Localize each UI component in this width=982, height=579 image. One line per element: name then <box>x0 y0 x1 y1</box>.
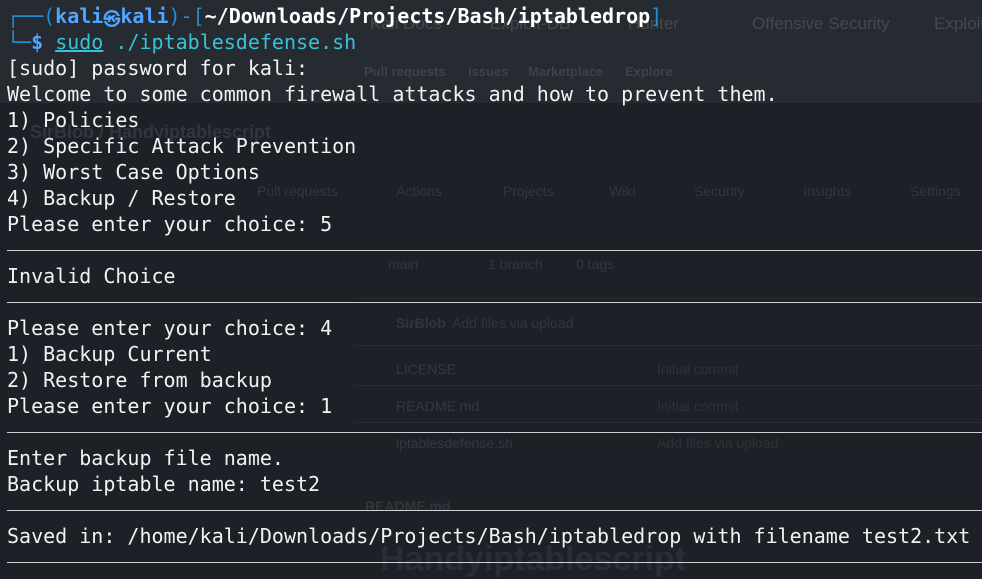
prompt-open: ┌──( <box>7 4 56 28</box>
menu-option: 2) Restore from backup <box>7 368 272 392</box>
prompt-user: kali <box>55 4 104 28</box>
divider-line <box>7 562 982 563</box>
output-line: [sudo] password for kali: <box>7 56 309 80</box>
error-message: Invalid Choice <box>7 264 176 288</box>
output-line: Backup iptable name: test2 <box>7 472 321 496</box>
output-line: Welcome to some common firewall attacks … <box>7 82 778 106</box>
prompt-close: ] <box>650 4 663 28</box>
divider-line <box>7 510 982 511</box>
output-line: Saved in: /home/kali/Downloads/Projects/… <box>7 524 971 548</box>
prompt-host: kali <box>120 4 169 28</box>
output-line: Enter backup file name. <box>7 446 284 470</box>
menu-option: 2) Specific Attack Prevention <box>7 134 357 158</box>
prompt-path: ~/Downloads/Projects/Bash/iptabledrop <box>204 4 651 28</box>
divider-line <box>7 302 982 303</box>
choice-prompt: Please enter your choice: 4 <box>7 316 333 340</box>
divider-line <box>7 250 982 251</box>
prompt-mid: )-[ <box>168 4 205 28</box>
prompt-line-2: └─$ sudo ./iptablesdefense.sh <box>7 29 356 55</box>
divider-line <box>7 432 982 433</box>
menu-option: 3) Worst Case Options <box>7 160 260 184</box>
choice-prompt: Please enter your choice: 5 <box>7 212 333 236</box>
menu-option: 1) Backup Current <box>7 342 212 366</box>
terminal-window[interactable]: ┌──(kali㉿kali)-[~/Downloads/Projects/Bas… <box>0 0 982 569</box>
menu-option: 1) Policies <box>7 108 140 132</box>
prompt-corner: └─ <box>7 30 32 54</box>
kali-skull-icon: ㉿ <box>103 10 121 30</box>
prompt-line-1: ┌──(kali㉿kali)-[~/Downloads/Projects/Bas… <box>7 3 662 29</box>
command-sudo: sudo <box>55 30 104 54</box>
command-text: ./iptablesdefense.sh <box>103 30 357 54</box>
menu-option: 4) Backup / Restore <box>7 186 236 210</box>
prompt-dollar: $ <box>31 30 56 54</box>
choice-prompt: Please enter your choice: 1 <box>7 394 333 418</box>
